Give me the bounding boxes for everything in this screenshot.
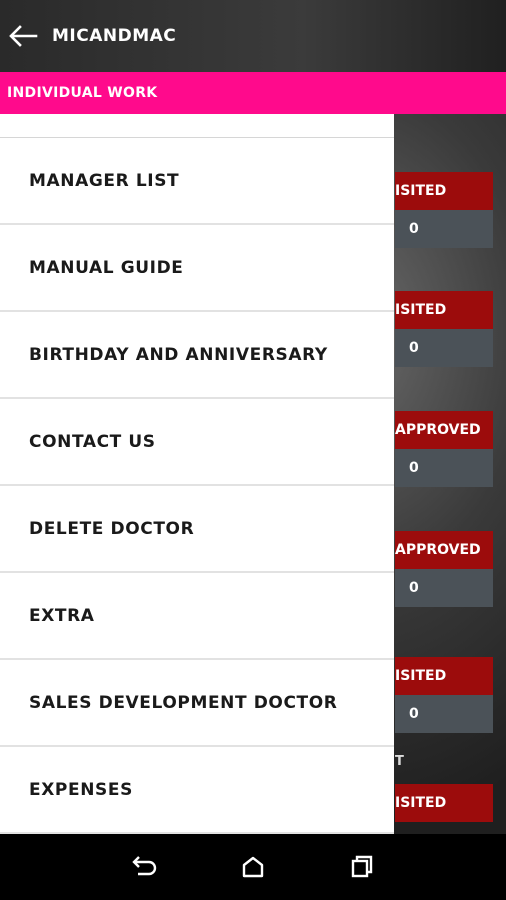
status-label: ISITED: [395, 172, 493, 210]
status-card: ISITED 0: [395, 291, 493, 367]
drawer-item-manager-list[interactable]: MANAGER LIST: [0, 138, 394, 225]
status-card: APPROVED 0: [395, 531, 493, 607]
app-title: MICANDMAC: [52, 26, 177, 46]
drawer-item-sales-development-doctor[interactable]: SALES DEVELOPMENT DOCTOR: [0, 660, 394, 747]
nav-back-icon: [132, 856, 157, 876]
status-card: APPROVED 0: [395, 411, 493, 487]
system-nav-bar: [0, 834, 506, 900]
nav-home-button[interactable]: [233, 847, 273, 887]
drawer-item-label: EXPENSES: [29, 779, 133, 800]
status-label: ISITED: [395, 784, 493, 822]
drawer-divider: [0, 114, 394, 138]
nav-recents-icon: [351, 855, 372, 878]
arrow-left-icon: [9, 25, 38, 47]
drawer-item-manual-guide[interactable]: MANUAL GUIDE: [0, 225, 394, 312]
drawer-item-label: CONTACT US: [29, 431, 156, 452]
drawer-item-contact-us[interactable]: CONTACT US: [0, 399, 394, 486]
status-card: ISITED 0: [395, 172, 493, 248]
status-count: 0: [395, 449, 493, 487]
drawer-item-label: EXTRA: [29, 605, 95, 626]
drawer-item-label: MANUAL GUIDE: [29, 257, 184, 278]
drawer-item-label: MANAGER LIST: [29, 170, 180, 191]
nav-back-button[interactable]: [124, 847, 164, 887]
drawer-item-expenses[interactable]: EXPENSES: [0, 747, 394, 834]
section-header: INDIVIDUAL WORK: [0, 72, 506, 114]
navigation-drawer: MANAGER LIST MANUAL GUIDE BIRTHDAY AND A…: [0, 114, 394, 834]
app-bar: MICANDMAC: [0, 0, 506, 72]
nav-home-icon: [242, 856, 264, 878]
drawer-item-birthday-anniversary[interactable]: BIRTHDAY AND ANNIVERSARY: [0, 312, 394, 399]
drawer-item-label: BIRTHDAY AND ANNIVERSARY: [29, 344, 328, 365]
status-count: 0: [395, 210, 493, 248]
background-text-fragment: T: [395, 754, 404, 769]
status-card: ISITED 0: [395, 657, 493, 733]
status-count: 0: [395, 695, 493, 733]
status-label: APPROVED: [395, 411, 493, 449]
status-card: ISITED: [395, 784, 493, 822]
drawer-item-extra[interactable]: EXTRA: [0, 573, 394, 660]
status-label: ISITED: [395, 657, 493, 695]
background-content: ISITED 0 ISITED 0 APPROVED 0 APPROVED 0 …: [395, 114, 506, 834]
section-title: INDIVIDUAL WORK: [7, 85, 158, 101]
drawer-item-label: DELETE DOCTOR: [29, 518, 195, 539]
status-count: 0: [395, 329, 493, 367]
drawer-item-delete-doctor[interactable]: DELETE DOCTOR: [0, 486, 394, 573]
status-label: ISITED: [395, 291, 493, 329]
nav-recents-button[interactable]: [342, 847, 382, 887]
drawer-item-label: SALES DEVELOPMENT DOCTOR: [29, 692, 338, 713]
status-label: APPROVED: [395, 531, 493, 569]
status-count: 0: [395, 569, 493, 607]
back-button[interactable]: [0, 0, 46, 72]
